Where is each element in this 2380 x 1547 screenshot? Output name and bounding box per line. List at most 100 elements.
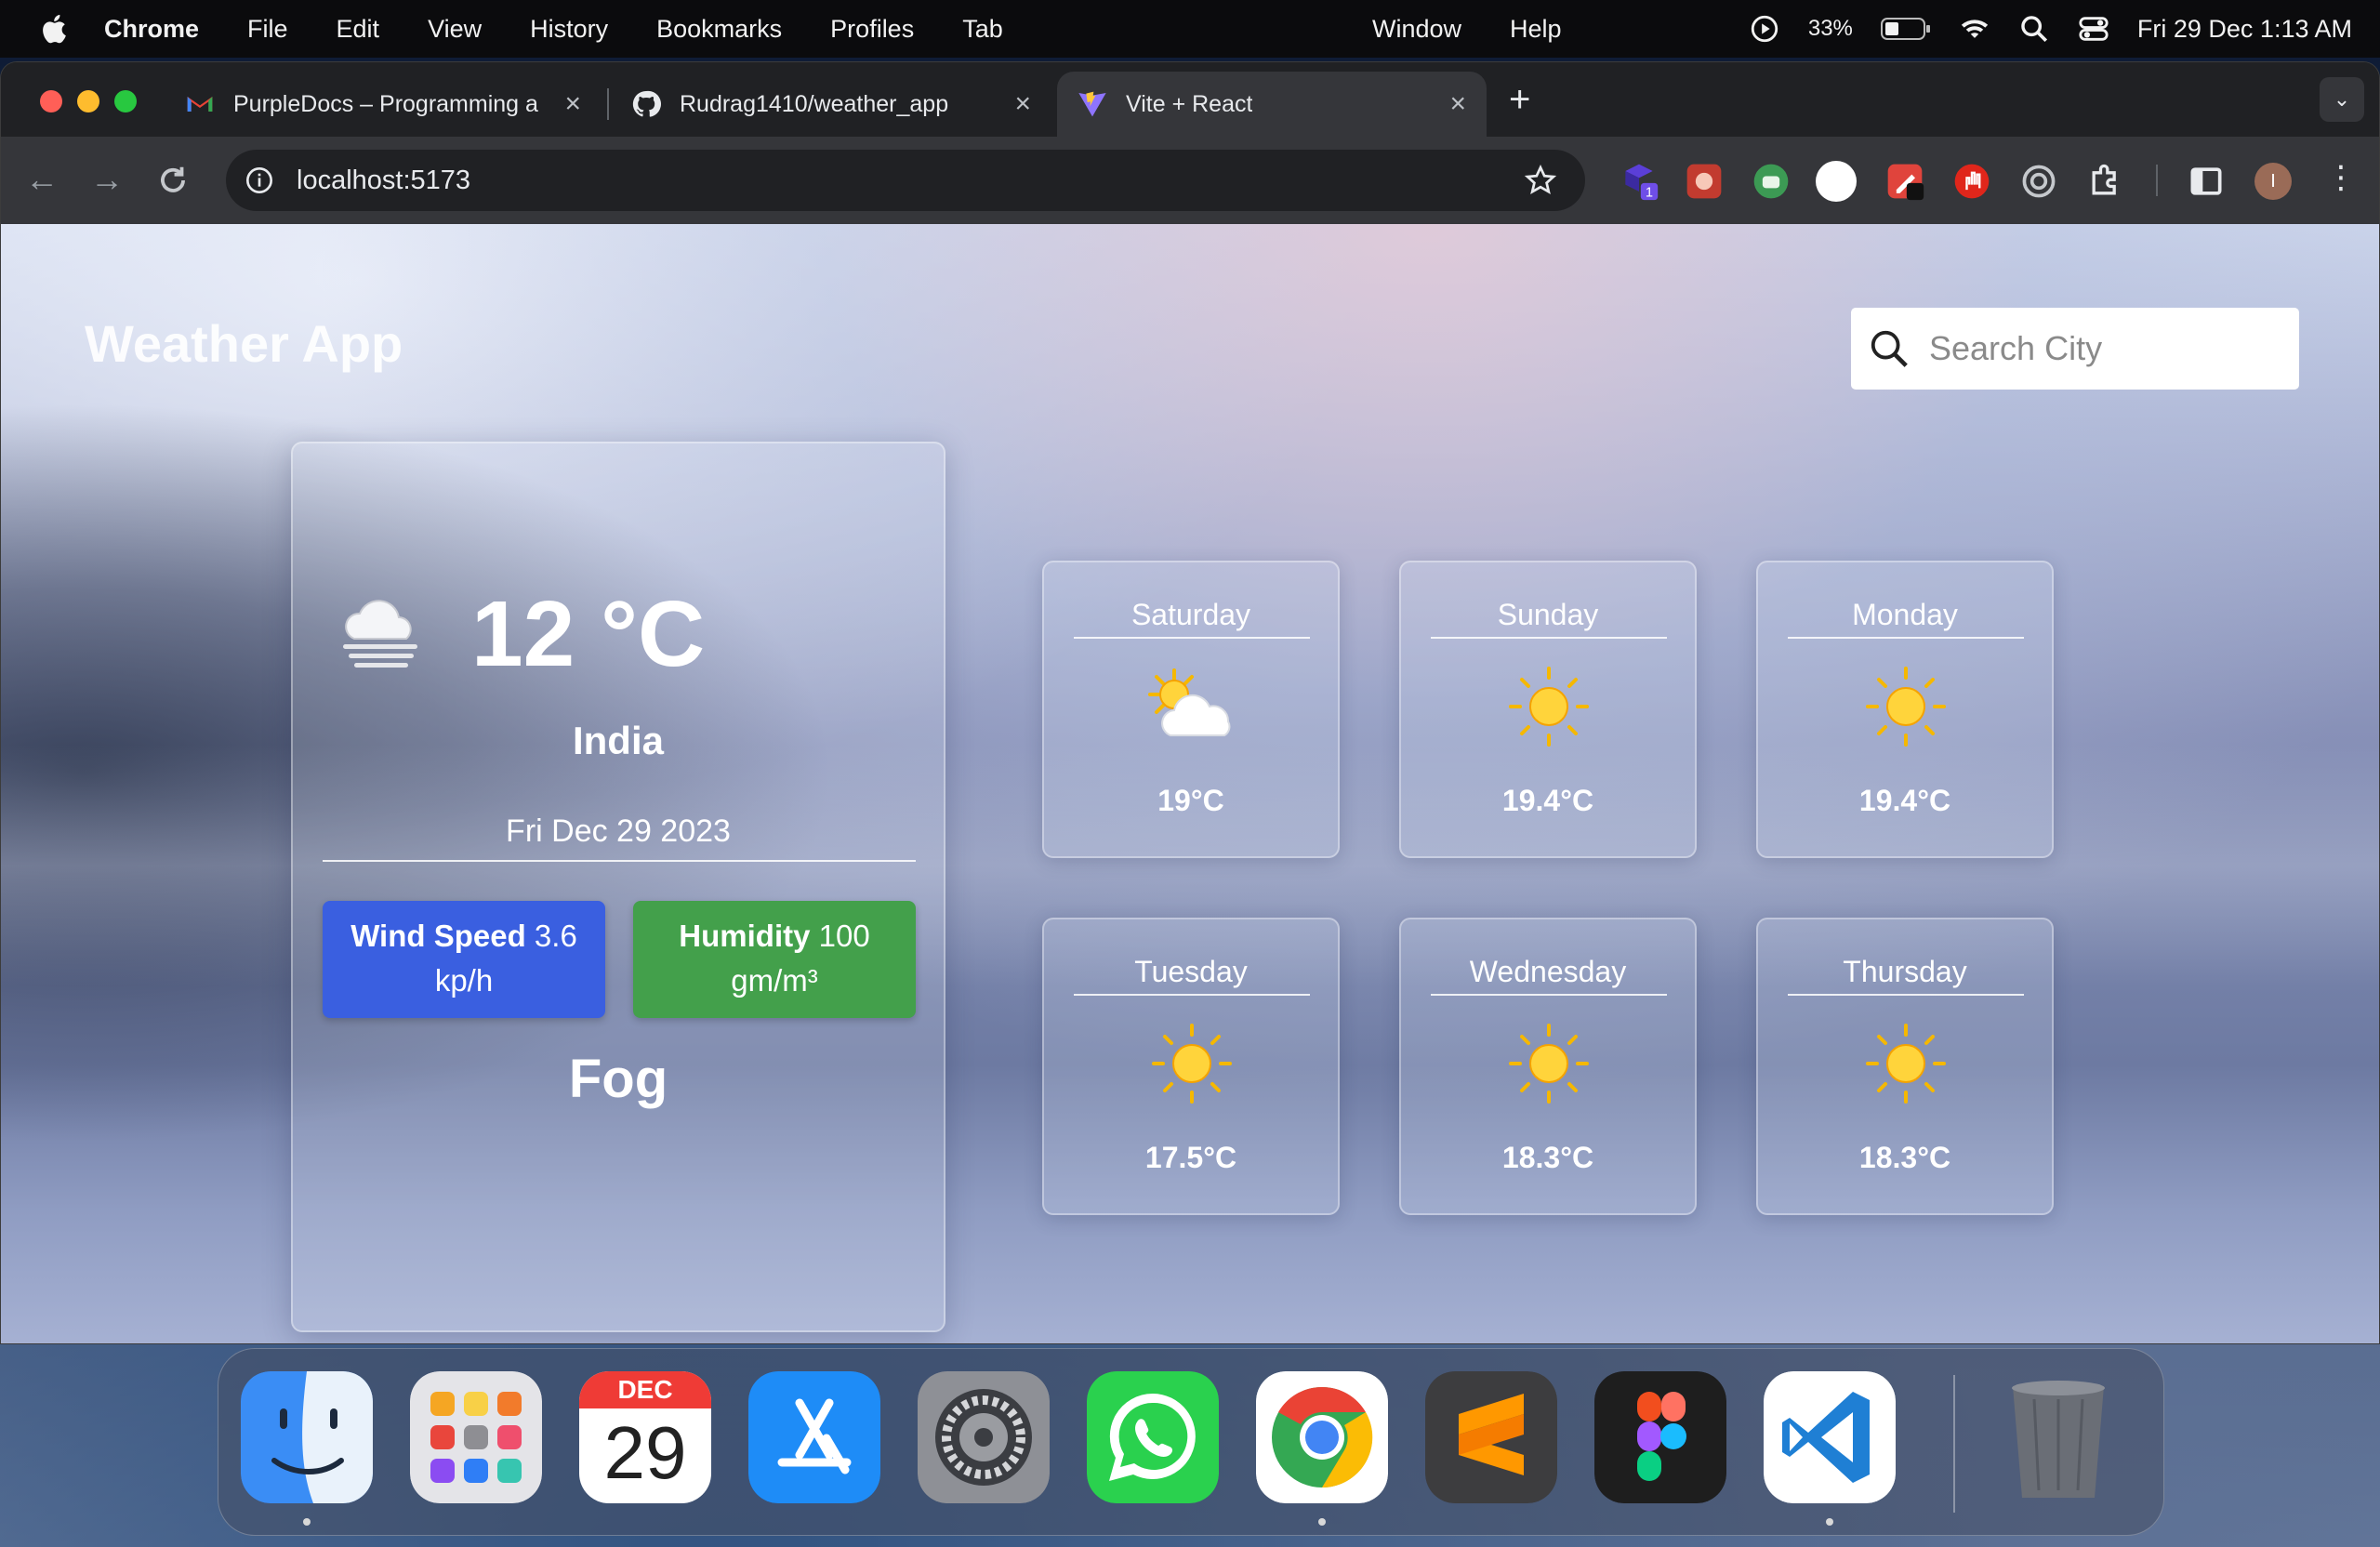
figma-icon[interactable] — [1594, 1371, 1726, 1503]
browser-window: PurpleDocs – Programming a × Rudrag1410/… — [0, 61, 2380, 1344]
forward-button[interactable]: → — [86, 159, 127, 200]
apple-icon[interactable] — [39, 12, 73, 46]
tab-github[interactable]: Rudrag1410/weather_app × — [611, 72, 1051, 137]
reload-icon[interactable] — [155, 163, 191, 198]
forecast-card-wednesday: Wednesday 18.3°C — [1399, 918, 1697, 1215]
wifi-icon[interactable] — [1959, 13, 1990, 45]
forecast-card-monday: Monday 19.4°C — [1756, 561, 2054, 858]
system-settings-icon[interactable] — [918, 1371, 1050, 1503]
forecast-temp: 18.3°C — [1501, 1141, 1594, 1174]
extensions-puzzle-icon[interactable] — [2085, 161, 2126, 202]
profile-avatar[interactable]: I — [2254, 163, 2292, 200]
chrome-menu-button[interactable]: ⋮ — [2325, 157, 2357, 198]
trash-icon[interactable] — [1992, 1371, 2124, 1503]
github-icon — [632, 90, 661, 117]
forecast-day: Thursday — [1843, 955, 1967, 988]
menu-bar: Chrome File Edit View History Bookmarks … — [0, 0, 2380, 58]
bookmark-star-icon[interactable] — [1524, 164, 1557, 197]
forecast-temp: 19.4°C — [1501, 784, 1594, 817]
menu-history[interactable]: History — [530, 15, 608, 44]
whatsapp-icon[interactable] — [1087, 1371, 1219, 1503]
forecast-card-thursday: Thursday 18.3°C — [1756, 918, 2054, 1215]
back-button[interactable]: ← — [21, 159, 62, 200]
extension-pen-icon[interactable] — [1884, 161, 1925, 202]
search-icon — [1871, 330, 1908, 367]
menu-edit[interactable]: Edit — [337, 15, 380, 44]
location-name: India — [572, 719, 664, 762]
chrome-icon[interactable] — [1256, 1371, 1388, 1503]
extension-target-icon[interactable] — [2018, 161, 2059, 202]
extension-badge-icon[interactable]: 1 — [1619, 161, 1659, 202]
divider — [1788, 637, 2024, 639]
sun-icon — [1509, 1024, 1589, 1104]
spotlight-search-icon[interactable] — [2018, 13, 2050, 45]
app-title: Weather App — [85, 314, 403, 373]
calendar-day: 29 — [603, 1411, 687, 1494]
address-bar[interactable]: localhost:5173 — [226, 150, 1585, 211]
toolbar-divider — [2156, 165, 2158, 196]
tab-strip: PurpleDocs – Programming a × Rudrag1410/… — [1, 62, 2379, 137]
forecast-card-sunday: Sunday 19.4°C — [1399, 561, 1697, 858]
menu-app-name[interactable]: Chrome — [104, 15, 199, 44]
menu-window[interactable]: Window — [1372, 15, 1461, 44]
side-panel-icon[interactable] — [2186, 161, 2227, 202]
sublime-text-icon[interactable] — [1425, 1371, 1557, 1503]
extension-circle-icon[interactable] — [1814, 159, 1858, 204]
sun-cloud-icon — [1148, 668, 1231, 736]
divider — [1431, 994, 1667, 996]
current-weather-card: 12 °C India Fri Dec 29 2023 Wind Speed 3… — [291, 442, 945, 1332]
sun-icon — [1866, 1024, 1946, 1104]
menu-file[interactable]: File — [247, 15, 288, 44]
app-store-icon[interactable] — [748, 1371, 880, 1503]
wind-speed-value: 3.6 — [534, 919, 577, 953]
menubar-clock[interactable]: Fri 29 Dec 1:13 AM — [2137, 15, 2352, 44]
search-city-input[interactable] — [1929, 329, 2282, 368]
now-playing-icon[interactable] — [1749, 13, 1780, 45]
calendar-icon[interactable]: DEC 29 — [579, 1371, 711, 1503]
wind-speed-label: Wind Speed — [350, 919, 526, 953]
menu-tab[interactable]: Tab — [962, 15, 1003, 44]
new-tab-button[interactable]: + — [1509, 79, 1530, 121]
control-center-icon[interactable] — [2078, 13, 2109, 45]
extension-robot-icon[interactable] — [1751, 161, 1792, 202]
tab-purpledocs[interactable]: PurpleDocs – Programming a × — [165, 72, 602, 137]
humidity-unit: gm/m³ — [731, 963, 818, 998]
finder-icon[interactable] — [241, 1371, 373, 1503]
tab-close-icon[interactable]: × — [564, 88, 581, 120]
window-minimize-button[interactable] — [77, 90, 99, 112]
divider — [1788, 994, 2024, 996]
forecast-day: Saturday — [1130, 598, 1251, 631]
extension-hand-icon[interactable] — [1951, 161, 1992, 202]
vscode-icon[interactable] — [1764, 1371, 1896, 1503]
divider — [1074, 994, 1310, 996]
window-zoom-button[interactable] — [114, 90, 137, 112]
current-date: Fri Dec 29 2023 — [506, 813, 731, 849]
menu-profiles[interactable]: Profiles — [830, 15, 914, 44]
forecast-temp: 17.5°C — [1144, 1141, 1237, 1174]
tab-label: Rudrag1410/weather_app — [680, 90, 949, 117]
fog-cloud-icon — [343, 600, 417, 668]
tab-close-icon[interactable]: × — [1014, 88, 1031, 120]
menu-help[interactable]: Help — [1510, 15, 1562, 44]
tab-separator — [607, 88, 609, 120]
svg-text:1: 1 — [1646, 186, 1653, 201]
tab-vite-react[interactable]: Vite + React × — [1057, 72, 1487, 137]
site-info-icon[interactable] — [245, 165, 274, 195]
search-box[interactable] — [1851, 308, 2299, 390]
divider — [323, 860, 916, 862]
divider — [1074, 637, 1310, 639]
launchpad-icon[interactable] — [410, 1371, 542, 1503]
url-text: localhost:5173 — [297, 165, 471, 195]
tab-label: Vite + React — [1126, 90, 1253, 117]
window-close-button[interactable] — [40, 90, 62, 112]
battery-icon[interactable] — [1880, 16, 1931, 42]
tab-search-button[interactable]: ⌄ — [2320, 77, 2364, 122]
forecast-day: Monday — [1852, 598, 1958, 631]
weather-condition: Fog — [568, 1049, 668, 1109]
sun-icon — [1152, 1024, 1232, 1104]
running-indicator — [1826, 1518, 1833, 1526]
menu-bookmarks[interactable]: Bookmarks — [656, 15, 782, 44]
menu-view[interactable]: View — [428, 15, 482, 44]
tab-close-icon[interactable]: × — [1449, 88, 1466, 120]
extension-bug-icon[interactable] — [1684, 161, 1725, 202]
